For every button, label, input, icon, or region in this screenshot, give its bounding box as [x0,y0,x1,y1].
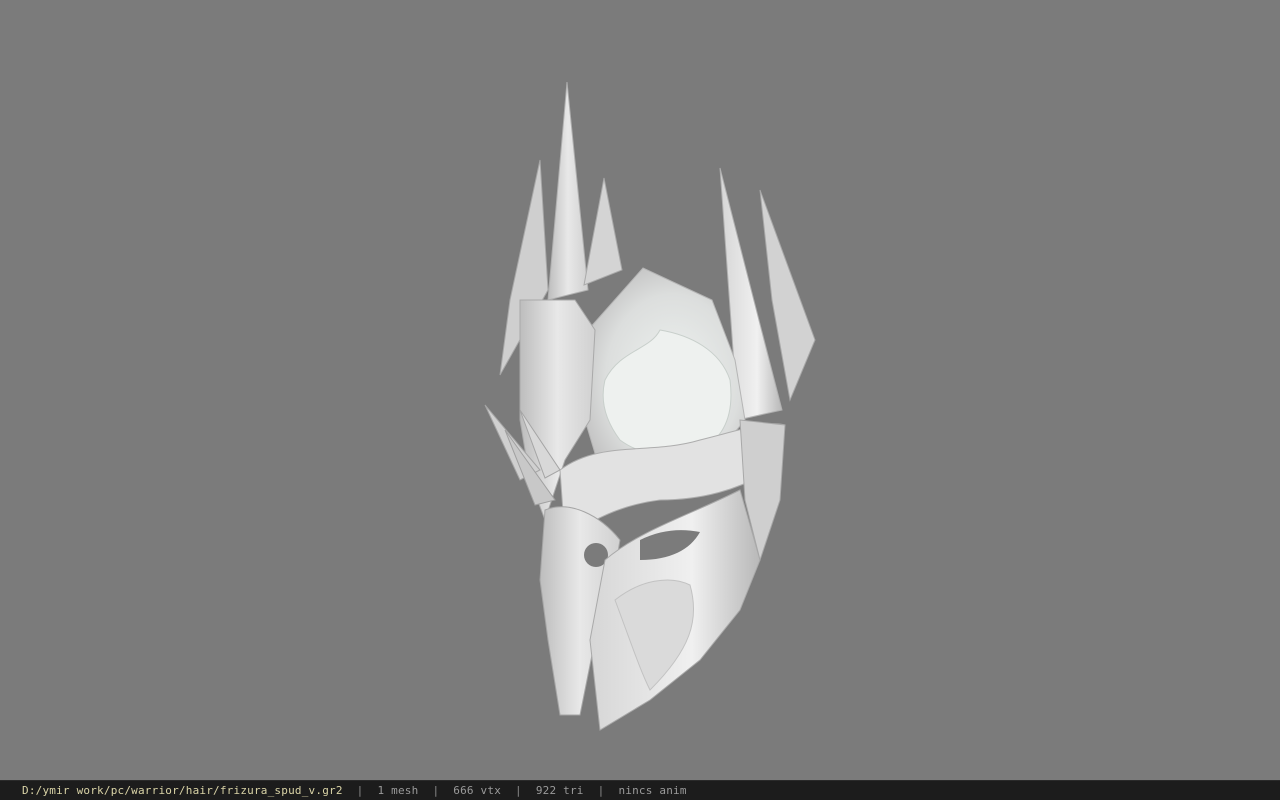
animation-status: nincs anim [618,784,687,797]
separator: | [597,784,605,797]
separator: | [356,784,364,797]
3d-viewport[interactable] [0,0,1280,780]
separator: | [515,784,522,797]
status-bar: D:/ymir work/pc/warrior/hair/frizura_spu… [0,780,1280,800]
mesh-count: 1 mesh [377,784,419,797]
file-path: D:/ymir work/pc/warrior/hair/frizura_spu… [22,784,343,797]
helmet-model [484,81,816,731]
separator: | [432,784,440,797]
triangle-count: 922 tri [535,784,584,797]
vertex-count: 666 vtx [453,784,502,797]
